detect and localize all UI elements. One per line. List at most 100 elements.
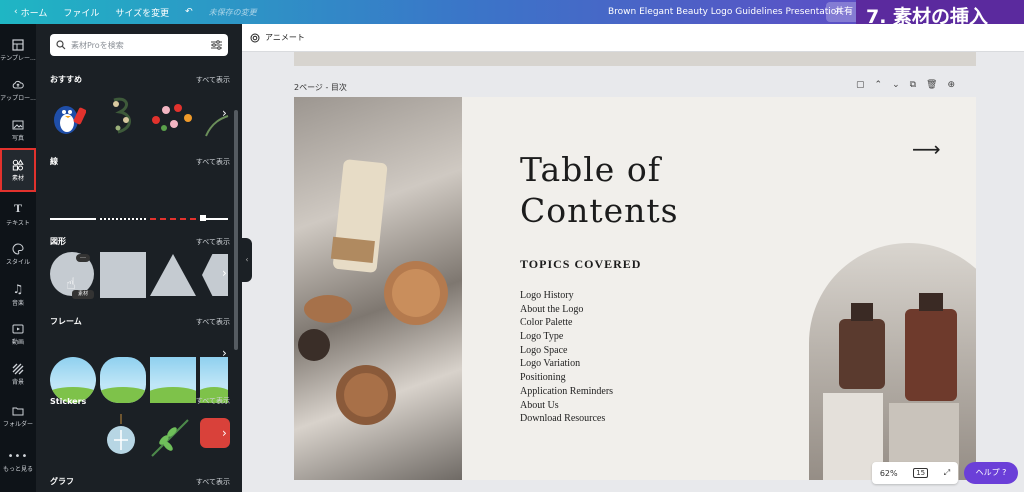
section-frames: フレーム すべて表示 — [50, 316, 230, 327]
see-all-link[interactable]: すべて表示 — [196, 317, 230, 327]
topics-list[interactable]: Logo History About the Logo Color Palett… — [520, 289, 613, 426]
undo-button[interactable]: ↶ — [177, 7, 201, 17]
rail-item-templates[interactable]: テンプレー... — [0, 32, 36, 68]
file-label: ファイル — [63, 8, 100, 19]
penguin-sticker[interactable] — [50, 96, 87, 136]
upload-icon — [12, 80, 24, 88]
page-count-button[interactable]: 15 — [913, 468, 929, 478]
slide-canvas[interactable]: ⟶ Table of Contents TOPICS COVERED Logo … — [294, 97, 976, 480]
panel-scrollbar[interactable] — [234, 110, 238, 350]
chevron-up-icon[interactable]: ⌃ — [875, 80, 883, 90]
rail-label: 素材 — [11, 174, 24, 182]
slide-title[interactable]: Table of Contents — [520, 149, 679, 231]
dotted-line[interactable] — [100, 218, 146, 220]
rail-label: アップロー... — [0, 94, 36, 102]
rail-item-more[interactable]: ••• もっと見る — [0, 444, 36, 480]
animate-icon — [250, 33, 260, 42]
rail-item-styles[interactable]: スタイル — [0, 236, 36, 272]
rail-label: テンプレー... — [0, 54, 36, 62]
rail-label: 背景 — [11, 378, 24, 386]
list-item: Logo Space — [520, 344, 568, 356]
collapse-panel-button[interactable]: ‹ — [242, 238, 252, 282]
see-all-link[interactable]: すべて表示 — [196, 396, 230, 406]
side-rail: テンプレー... アップロー... 写真 素材 T テキスト スタイル ♫ 音楽… — [0, 24, 36, 492]
chevron-down-icon[interactable]: ⌄ — [892, 80, 900, 90]
topics-heading[interactable]: TOPICS COVERED — [520, 257, 641, 272]
list-item: Logo Type — [520, 331, 564, 343]
file-menu[interactable]: ファイル — [55, 6, 107, 19]
trash-icon[interactable]: 🗑 — [926, 80, 937, 90]
help-button[interactable]: ヘルプ ? — [964, 462, 1018, 484]
toolbar: アニメート — [242, 24, 1024, 52]
home-label: ホーム — [20, 8, 48, 19]
zoom-level[interactable]: 62% — [880, 469, 898, 478]
section-title: おすすめ — [50, 75, 82, 84]
rail-item-text[interactable]: T テキスト — [0, 196, 36, 232]
list-item: Download Resources — [520, 413, 606, 425]
see-all-link[interactable]: すべて表示 — [196, 157, 230, 167]
cosmetics-photo[interactable] — [294, 97, 462, 480]
list-item: Color Palette — [520, 317, 573, 329]
note-icon[interactable]: ▢ — [856, 80, 865, 90]
fullscreen-icon[interactable]: ⤢ — [944, 468, 950, 478]
floral-letter-sticker[interactable] — [106, 94, 140, 138]
shape-tooltip: 素材 — [72, 290, 94, 299]
rail-item-background[interactable]: 背景 — [0, 356, 36, 392]
rail-item-photos[interactable]: 写真 — [0, 112, 36, 148]
chevron-right-icon[interactable]: › — [222, 106, 227, 120]
list-item: About Us — [520, 399, 559, 411]
resize-menu[interactable]: サイズを変更 — [107, 6, 177, 19]
section-title: グラフ — [50, 477, 74, 486]
list-item: Positioning — [520, 372, 566, 384]
chevron-left-icon: ‹ — [14, 7, 18, 17]
see-all-link[interactable]: すべて表示 — [196, 237, 230, 247]
rail-item-video[interactable]: 動画 — [0, 316, 36, 352]
chevron-right-icon[interactable]: › — [222, 426, 227, 440]
rail-item-music[interactable]: ♫ 音楽 — [0, 276, 36, 312]
arrow-right-icon: ⟶ — [912, 137, 941, 161]
document-title[interactable]: Brown Elegant Beauty Logo Guidelines Pre… — [608, 0, 842, 24]
section-title: 線 — [50, 157, 58, 166]
duplicate-icon[interactable]: ⧉ — [910, 80, 916, 90]
chevron-right-icon[interactable]: › — [222, 266, 227, 280]
filter-icon[interactable] — [211, 40, 222, 50]
more-options-icon[interactable]: … — [76, 254, 90, 262]
resize-label: サイズを変更 — [115, 8, 170, 19]
rail-item-folders[interactable]: フォルダー — [0, 398, 36, 434]
rail-item-uploads[interactable]: アップロー... — [0, 72, 36, 108]
add-page-icon[interactable]: ⊕ — [947, 80, 955, 90]
rail-item-elements[interactable]: 素材 — [0, 148, 36, 192]
video-icon — [12, 324, 24, 333]
undo-icon: ↶ — [185, 7, 193, 17]
zoom-controls: 62% 15 ⤢ — [872, 462, 958, 484]
see-all-link[interactable]: すべて表示 — [196, 477, 230, 487]
section-stickers: Stickers すべて表示 — [50, 396, 230, 406]
text-icon: T — [13, 201, 22, 215]
style-icon — [12, 242, 24, 255]
see-all-link[interactable]: すべて表示 — [196, 75, 230, 85]
elements-panel: 素材Proを検索 おすすめ すべて表示 › 線 すべて表示 図形 すべて表示 …… — [36, 24, 242, 492]
search-icon — [56, 40, 66, 50]
music-icon: ♫ — [12, 281, 24, 296]
dashed-line[interactable] — [150, 218, 196, 220]
solid-line[interactable] — [50, 218, 96, 220]
branch-sticker[interactable] — [148, 416, 192, 460]
perfume-photo[interactable] — [809, 243, 976, 480]
home-button[interactable]: ‹ ホーム — [6, 6, 55, 19]
triangle-shape[interactable] — [150, 254, 196, 296]
search-box[interactable]: 素材Proを検索 — [50, 34, 228, 56]
rail-label: 動画 — [11, 338, 24, 346]
title-line2: Contents — [520, 191, 679, 230]
animate-button[interactable]: アニメート — [265, 32, 305, 43]
previous-page-preview[interactable] — [294, 52, 976, 66]
chevron-right-icon[interactable]: › — [222, 346, 227, 360]
search-input[interactable]: 素材Proを検索 — [71, 40, 206, 51]
square-shape[interactable] — [100, 252, 146, 298]
section-title: Stickers — [50, 396, 87, 406]
more-icon: ••• — [7, 451, 29, 462]
list-item: About the Logo — [520, 303, 584, 315]
rail-label: テキスト — [6, 220, 30, 227]
ornament-sticker[interactable] — [104, 414, 138, 460]
list-item: Logo History — [520, 290, 574, 301]
flowers-sticker[interactable] — [148, 100, 196, 134]
